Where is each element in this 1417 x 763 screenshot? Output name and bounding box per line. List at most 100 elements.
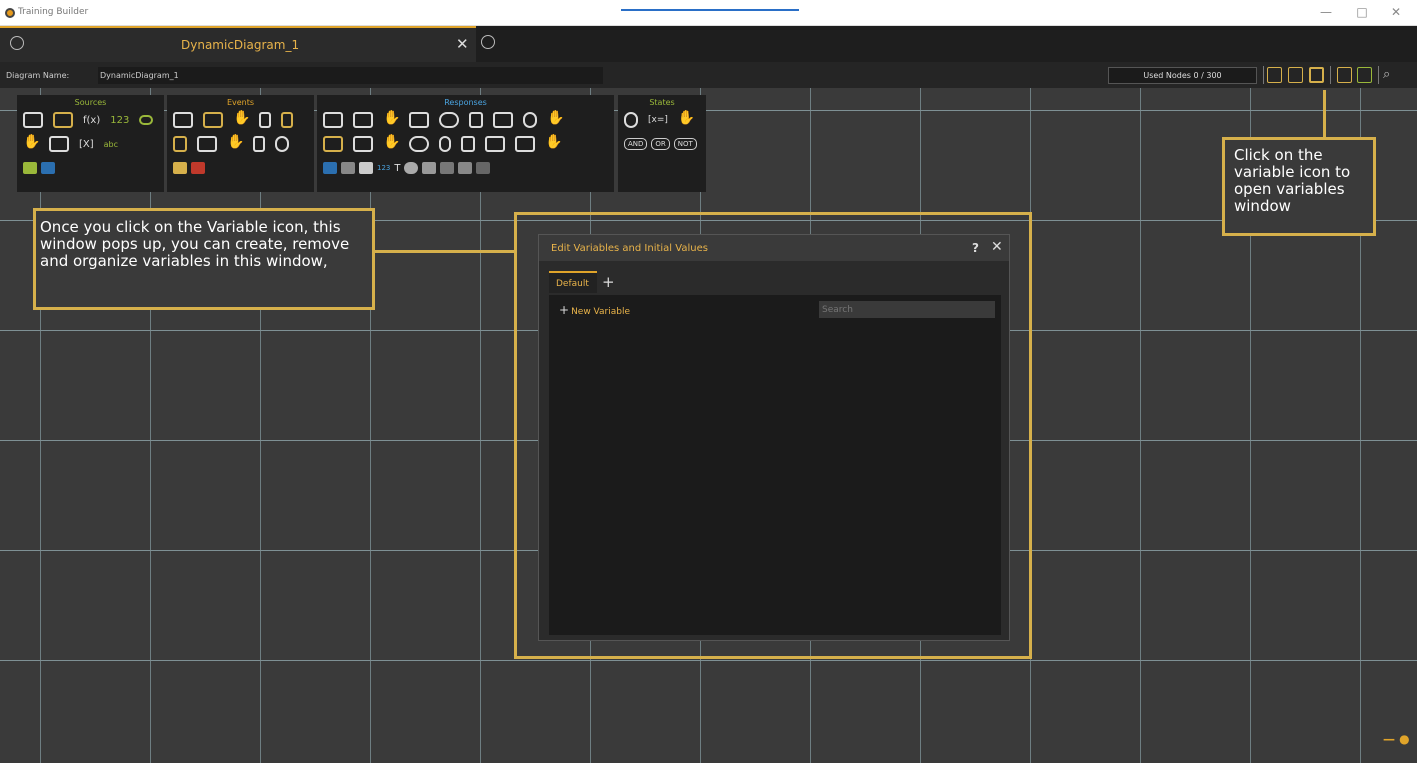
- palette-sources: Sources f(x) 123 [X] abc: [17, 95, 164, 192]
- callout-connector: [1323, 90, 1326, 138]
- event-group-icon[interactable]: [173, 162, 187, 174]
- callout-variables-window: Once you click on the Variable icon, thi…: [33, 208, 375, 310]
- object-icon[interactable]: [23, 112, 43, 128]
- notes-icon[interactable]: [1337, 67, 1352, 83]
- pointer-icon[interactable]: [173, 136, 187, 152]
- release-hand-icon[interactable]: [545, 134, 562, 152]
- move-icon[interactable]: [493, 112, 513, 128]
- clock-response-icon[interactable]: [404, 162, 419, 174]
- minimize-button[interactable]: —: [1318, 5, 1334, 19]
- timer-icon[interactable]: [275, 136, 289, 152]
- window-title: Training Builder: [18, 7, 89, 17]
- tag-icon[interactable]: [440, 162, 455, 174]
- not-gate-icon[interactable]: NOT: [673, 138, 697, 150]
- number-icon[interactable]: 123: [110, 115, 129, 126]
- variable-icon[interactable]: [1309, 67, 1324, 83]
- vibrate-hand-icon[interactable]: [547, 110, 564, 128]
- panel-response-icon[interactable]: [422, 162, 437, 174]
- screen-response-icon[interactable]: [359, 162, 373, 174]
- grab-icon[interactable]: [233, 110, 250, 128]
- subdiagram-source-icon[interactable]: [41, 162, 55, 174]
- callout-variable-icon: Click on the variable icon to open varia…: [1222, 137, 1376, 236]
- callout-connector: [375, 250, 514, 253]
- callout-left-text: Once you click on the Variable icon, thi…: [40, 218, 350, 270]
- dialog-title: Edit Variables and Initial Values: [551, 243, 708, 254]
- hide-icon[interactable]: [485, 136, 505, 152]
- hand-icon[interactable]: [23, 134, 40, 152]
- play-screen-icon[interactable]: [323, 112, 343, 128]
- tab-dynamicdiagram[interactable]: DynamicDiagram_1 ✕: [0, 26, 476, 62]
- media-event-icon[interactable]: [203, 112, 223, 128]
- network-icon[interactable]: [476, 162, 491, 174]
- home-icon[interactable]: [10, 36, 24, 50]
- and-gate-icon[interactable]: AND: [624, 138, 648, 150]
- controller-x-icon[interactable]: [461, 136, 475, 152]
- add-node-icon[interactable]: [1267, 67, 1282, 83]
- search-icon[interactable]: ⌕: [1383, 67, 1390, 82]
- add-tab-button[interactable]: +: [602, 273, 615, 291]
- reset-icon[interactable]: [409, 136, 429, 152]
- tab-default[interactable]: Default: [549, 271, 597, 293]
- callout-right-text: Click on the variable icon to open varia…: [1234, 146, 1351, 215]
- edit-variables-dialog: Edit Variables and Initial Values ? ✕ De…: [538, 234, 1010, 641]
- dialog-titlebar[interactable]: Edit Variables and Initial Values ? ✕: [539, 235, 1009, 261]
- text-source-icon[interactable]: abc: [104, 140, 118, 149]
- diagram-name-label: Diagram Name:: [6, 71, 70, 80]
- dialog-close-button[interactable]: ✕: [991, 239, 1003, 255]
- lock-icon[interactable]: [458, 162, 473, 174]
- controller-response-icon[interactable]: [469, 112, 483, 128]
- record-icon[interactable]: [439, 136, 451, 152]
- number-response-icon[interactable]: 123: [377, 164, 390, 172]
- text-response-icon[interactable]: T: [394, 163, 400, 174]
- hand-response-icon[interactable]: [383, 110, 400, 128]
- variable-search-input[interactable]: [819, 301, 995, 318]
- list-icon[interactable]: [353, 112, 373, 128]
- media-response-icon[interactable]: [323, 136, 343, 152]
- maximize-button[interactable]: □: [1354, 5, 1370, 19]
- bracket-plus-icon[interactable]: [515, 136, 535, 152]
- close-window-button[interactable]: ✕: [1388, 5, 1404, 19]
- media-icon[interactable]: [53, 112, 73, 128]
- diagram-name-field[interactable]: DynamicDiagram_1: [98, 67, 603, 84]
- new-variable-button[interactable]: + New Variable: [559, 303, 630, 317]
- event-link-icon[interactable]: [191, 162, 205, 174]
- hand-state-icon[interactable]: [678, 110, 695, 128]
- used-nodes-counter: Used Nodes 0 / 300: [1108, 67, 1257, 84]
- controller-icon[interactable]: [259, 112, 271, 128]
- help-icon[interactable]: — ●: [1383, 732, 1410, 746]
- table-icon[interactable]: [1357, 67, 1372, 83]
- tab-close-button[interactable]: ✕: [456, 35, 469, 53]
- or-gate-icon[interactable]: OR: [651, 138, 670, 150]
- vr-headset-icon[interactable]: [173, 112, 193, 128]
- microphone-icon[interactable]: [281, 112, 293, 128]
- window-titlebar: Training Builder — □ ✕: [0, 0, 1417, 26]
- response-group-icon[interactable]: [323, 162, 337, 174]
- eye-icon[interactable]: [439, 112, 459, 128]
- toggle-icon[interactable]: [139, 115, 154, 125]
- help-button[interactable]: ?: [972, 241, 979, 255]
- toolbar-separator: [1263, 66, 1264, 84]
- variable-state-icon[interactable]: [x=]: [648, 115, 668, 125]
- screen-icon[interactable]: [49, 136, 69, 152]
- tab-label: DynamicDiagram_1: [181, 38, 300, 52]
- screen-event-icon[interactable]: [197, 136, 217, 152]
- touch-icon[interactable]: [227, 134, 244, 152]
- group-icon[interactable]: [23, 162, 37, 174]
- variable-source-icon[interactable]: [X]: [79, 139, 94, 150]
- stopwatch-icon[interactable]: [523, 112, 537, 128]
- function-icon[interactable]: f(x): [83, 115, 100, 126]
- palette-responses: Responses 123 T: [317, 95, 614, 192]
- rotate-hand-icon[interactable]: [383, 134, 400, 152]
- palette-responses-title: Responses: [444, 98, 487, 107]
- highlight-icon[interactable]: [409, 112, 429, 128]
- object-response-icon[interactable]: [341, 162, 355, 174]
- state-toggle-icon[interactable]: [624, 112, 638, 128]
- plus-icon: +: [559, 303, 570, 317]
- new-tab-icon[interactable]: [481, 35, 495, 49]
- diagram-toolbar: Diagram Name: DynamicDiagram_1 Used Node…: [0, 62, 1417, 88]
- controller-off-icon[interactable]: [253, 136, 265, 152]
- toolbar-separator: [1330, 66, 1331, 84]
- progress-indicator: [621, 9, 799, 11]
- transfer-icon[interactable]: [353, 136, 373, 152]
- subdiagram-icon[interactable]: [1288, 67, 1303, 83]
